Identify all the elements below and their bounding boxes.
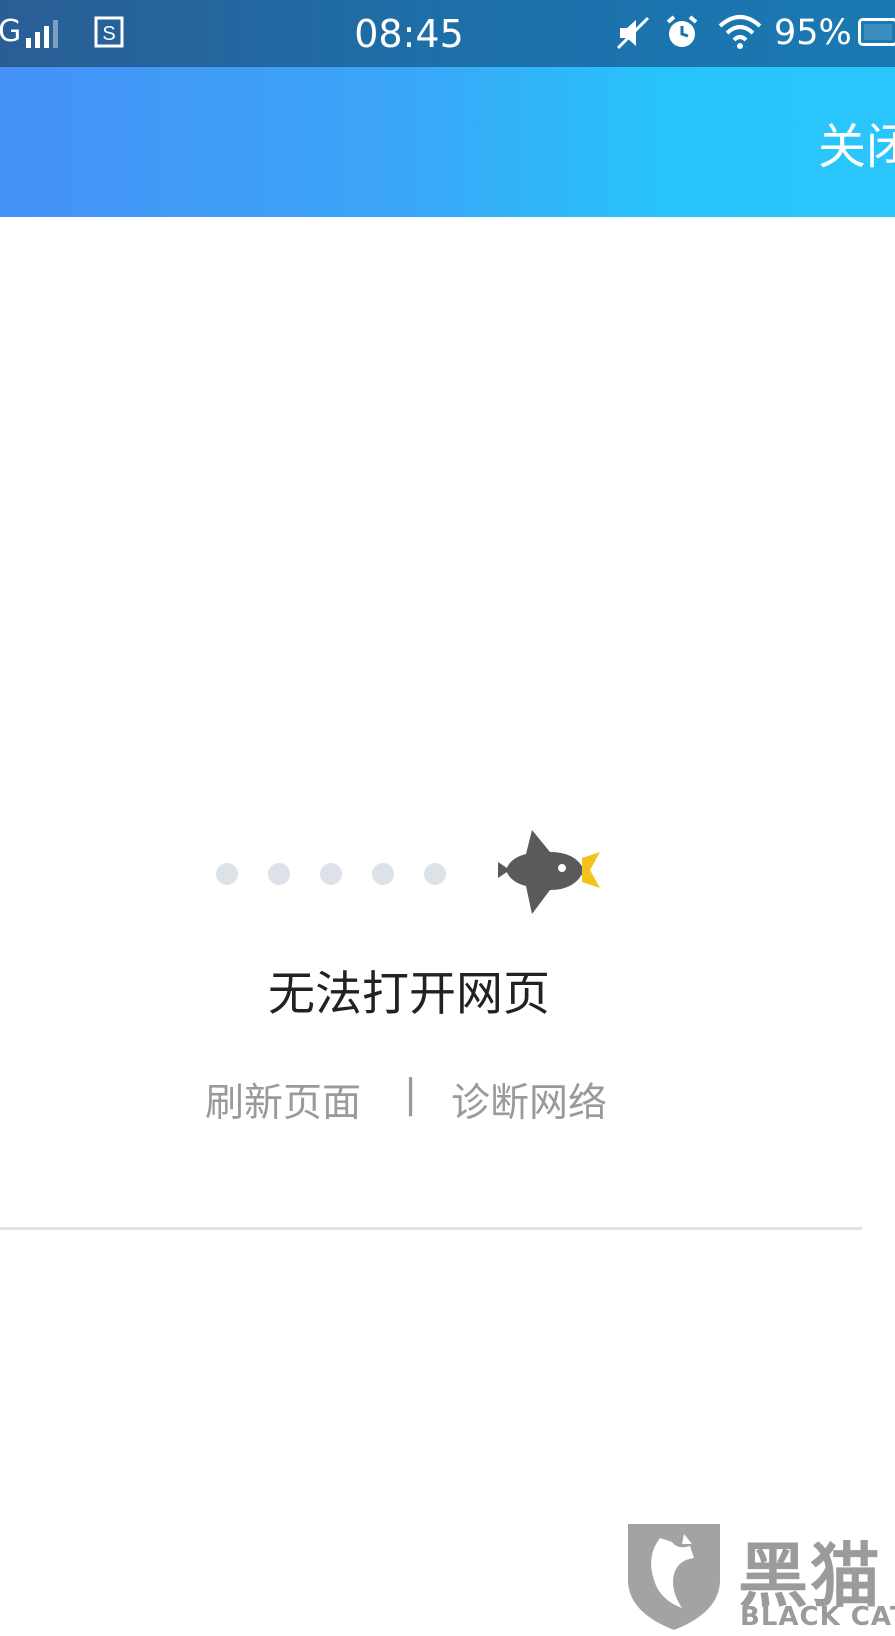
- wifi-icon: [718, 14, 762, 54]
- battery-percent: 95%: [774, 13, 852, 53]
- cat-shield-icon: [624, 1520, 724, 1636]
- error-actions: 刷新页面 | 诊断网络: [0, 1072, 818, 1132]
- mute-icon: [616, 16, 650, 54]
- loading-dot: [424, 863, 446, 885]
- action-separator: |: [404, 1072, 418, 1117]
- browser-header: 关闭: [0, 67, 895, 217]
- error-title: 无法打开网页: [268, 967, 550, 1022]
- loading-dots: [0, 863, 895, 887]
- diagnose-network-link[interactable]: 诊断网络: [451, 1072, 607, 1128]
- loading-dot: [268, 863, 290, 885]
- loading-dot: [372, 863, 394, 885]
- close-button[interactable]: 关闭: [818, 107, 895, 177]
- blackcat-watermark: 黑猫 BLACK CAT: [622, 1520, 895, 1635]
- divider: [0, 1227, 862, 1230]
- status-bar: G S 08:45 95%: [0, 0, 895, 67]
- loading-dot: [320, 863, 342, 885]
- loading-dot: [216, 863, 238, 885]
- alarm-icon: [664, 14, 700, 54]
- refresh-page-link[interactable]: 刷新页面: [205, 1072, 361, 1128]
- battery-icon: [858, 18, 895, 46]
- bird-icon: [496, 828, 604, 920]
- watermark-en: BLACK CAT: [740, 1602, 895, 1632]
